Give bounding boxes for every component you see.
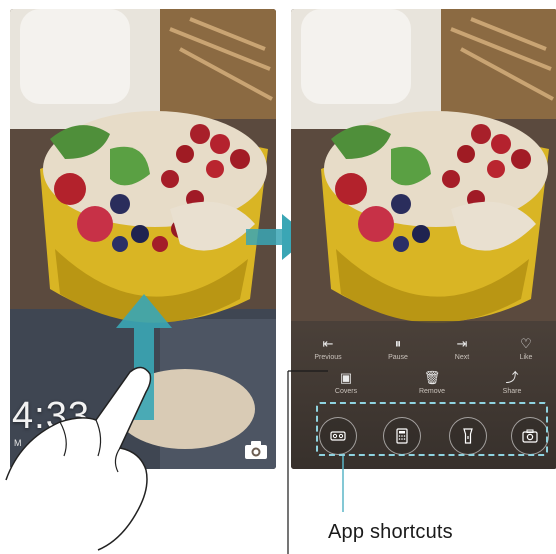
remove-icon: 🗑 xyxy=(423,370,441,385)
lock-screen-right: ⇤ Previous ⏸ Pause ⇥ Next ♡ Like ▣ Cover… xyxy=(291,9,556,469)
app-shortcuts-highlight xyxy=(316,402,548,456)
camera-icon[interactable] xyxy=(243,439,269,461)
app-shortcuts-callout: App shortcuts xyxy=(328,521,453,543)
next-label: Next xyxy=(454,354,470,361)
pause-icon: ⏸ xyxy=(394,336,402,351)
like-icon: ♡ xyxy=(520,336,532,351)
remove-label: Remove xyxy=(418,388,446,395)
media-controls: ⇤ Previous ⏸ Pause ⇥ Next ♡ Like xyxy=(291,337,556,365)
share-label: Share xyxy=(502,388,522,395)
previous-label: Previous xyxy=(314,354,342,361)
share-button[interactable]: ⤴ Share xyxy=(487,370,537,396)
remove-button[interactable]: 🗑 Remove xyxy=(407,370,457,396)
share-icon: ⤴ xyxy=(505,370,519,385)
previous-button[interactable]: ⇤ Previous xyxy=(303,336,353,362)
swipe-hand-icon xyxy=(5,366,152,551)
covers-icon: ▣ xyxy=(339,370,353,385)
like-button[interactable]: ♡ Like xyxy=(501,336,551,362)
pause-label: Pause xyxy=(388,354,408,361)
next-button[interactable]: ⇥ Next xyxy=(437,336,487,362)
next-icon: ⇥ xyxy=(456,336,468,351)
covers-label: Covers xyxy=(334,388,358,395)
pause-button[interactable]: ⏸ Pause xyxy=(373,336,423,362)
covers-button[interactable]: ▣ Covers xyxy=(321,370,371,396)
previous-icon: ⇤ xyxy=(322,336,334,351)
tool-controls: ▣ Covers 🗑 Remove ⤴ Share xyxy=(291,371,556,401)
like-label: Like xyxy=(519,354,533,361)
